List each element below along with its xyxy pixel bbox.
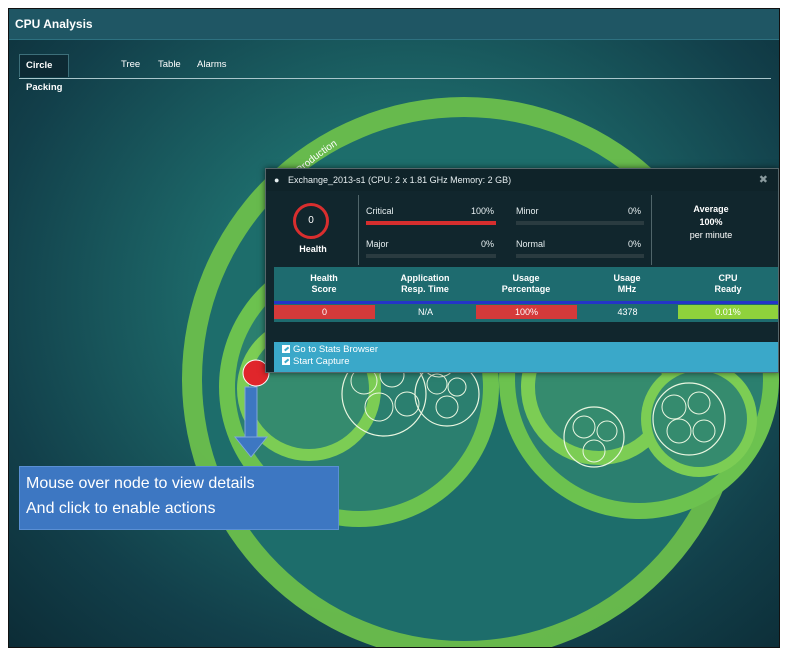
- host-node-inner: [651, 371, 747, 467]
- critical-label: Critical: [366, 206, 394, 216]
- close-icon[interactable]: ✖: [759, 169, 768, 191]
- resp-time-cell: N/A: [375, 305, 476, 319]
- start-capture-link[interactable]: Start Capture: [282, 356, 350, 367]
- average-unit: per minute: [689, 230, 733, 240]
- major-value: 0%: [481, 239, 495, 249]
- column-header: Health Score: [310, 273, 338, 294]
- column-header: Application Resp. Time: [400, 273, 450, 294]
- minor-value: 0%: [628, 206, 642, 216]
- major-label: Major: [366, 239, 389, 249]
- minor-bar: [516, 221, 644, 225]
- average-label: Average: [693, 204, 729, 214]
- column-header: Usage MHz: [613, 273, 641, 294]
- column-header: Usage Percentage: [501, 273, 551, 294]
- cpu-analysis-window: CPU Analysis Circle Packing Tree Table A…: [8, 8, 780, 648]
- callout-line-2: And click to enable actions: [26, 500, 216, 517]
- major-bar: [366, 254, 496, 258]
- health-indicator: 0 Health: [274, 197, 352, 261]
- health-label: Health: [299, 244, 327, 254]
- normal-value: 0%: [628, 239, 642, 249]
- average-block: Average 100% per minute: [651, 203, 771, 242]
- divider: [358, 195, 359, 265]
- health-ring: 0: [293, 203, 329, 239]
- instruction-callout: Mouse over node to view details And clic…: [19, 466, 339, 530]
- edit-icon: [282, 345, 290, 353]
- health-score-cell: 0: [274, 305, 375, 319]
- pointer-arrow-shaft: [244, 386, 258, 438]
- actions-panel: Go to Stats Browser Start Capture: [274, 342, 778, 372]
- critical-bar: [366, 221, 496, 225]
- node-details-popup: ● Exchange_2013-s1 (CPU: 2 x 1.81 GHz Me…: [265, 168, 779, 373]
- table-divider: [274, 301, 778, 304]
- metrics-table: Health Score Application Resp. Time Usage P…: [274, 267, 778, 322]
- cpu-ready-cell: 0.01%: [678, 305, 778, 319]
- go-to-stats-browser-link[interactable]: Go to Stats Browser: [282, 344, 378, 355]
- average-value: 100%: [699, 217, 723, 227]
- popup-header: ● Exchange_2013-s1 (CPU: 2 x 1.81 GHz Me…: [266, 169, 778, 191]
- usage-percentage-cell: 100%: [476, 305, 577, 319]
- popup-title: Exchange_2013-s1 (CPU: 2 x 1.81 GHz Memo…: [288, 175, 512, 185]
- minor-label: Minor: [516, 206, 539, 216]
- callout-line-1: Mouse over node to view details: [26, 475, 255, 492]
- normal-bar: [516, 254, 644, 258]
- normal-label: Normal: [516, 239, 546, 249]
- usage-mhz-cell: 4378: [577, 305, 678, 319]
- column-header: CPU Ready: [714, 273, 742, 294]
- chat-icon: ●: [274, 175, 280, 185]
- critical-value: 100%: [471, 206, 495, 216]
- edit-icon: [282, 357, 290, 365]
